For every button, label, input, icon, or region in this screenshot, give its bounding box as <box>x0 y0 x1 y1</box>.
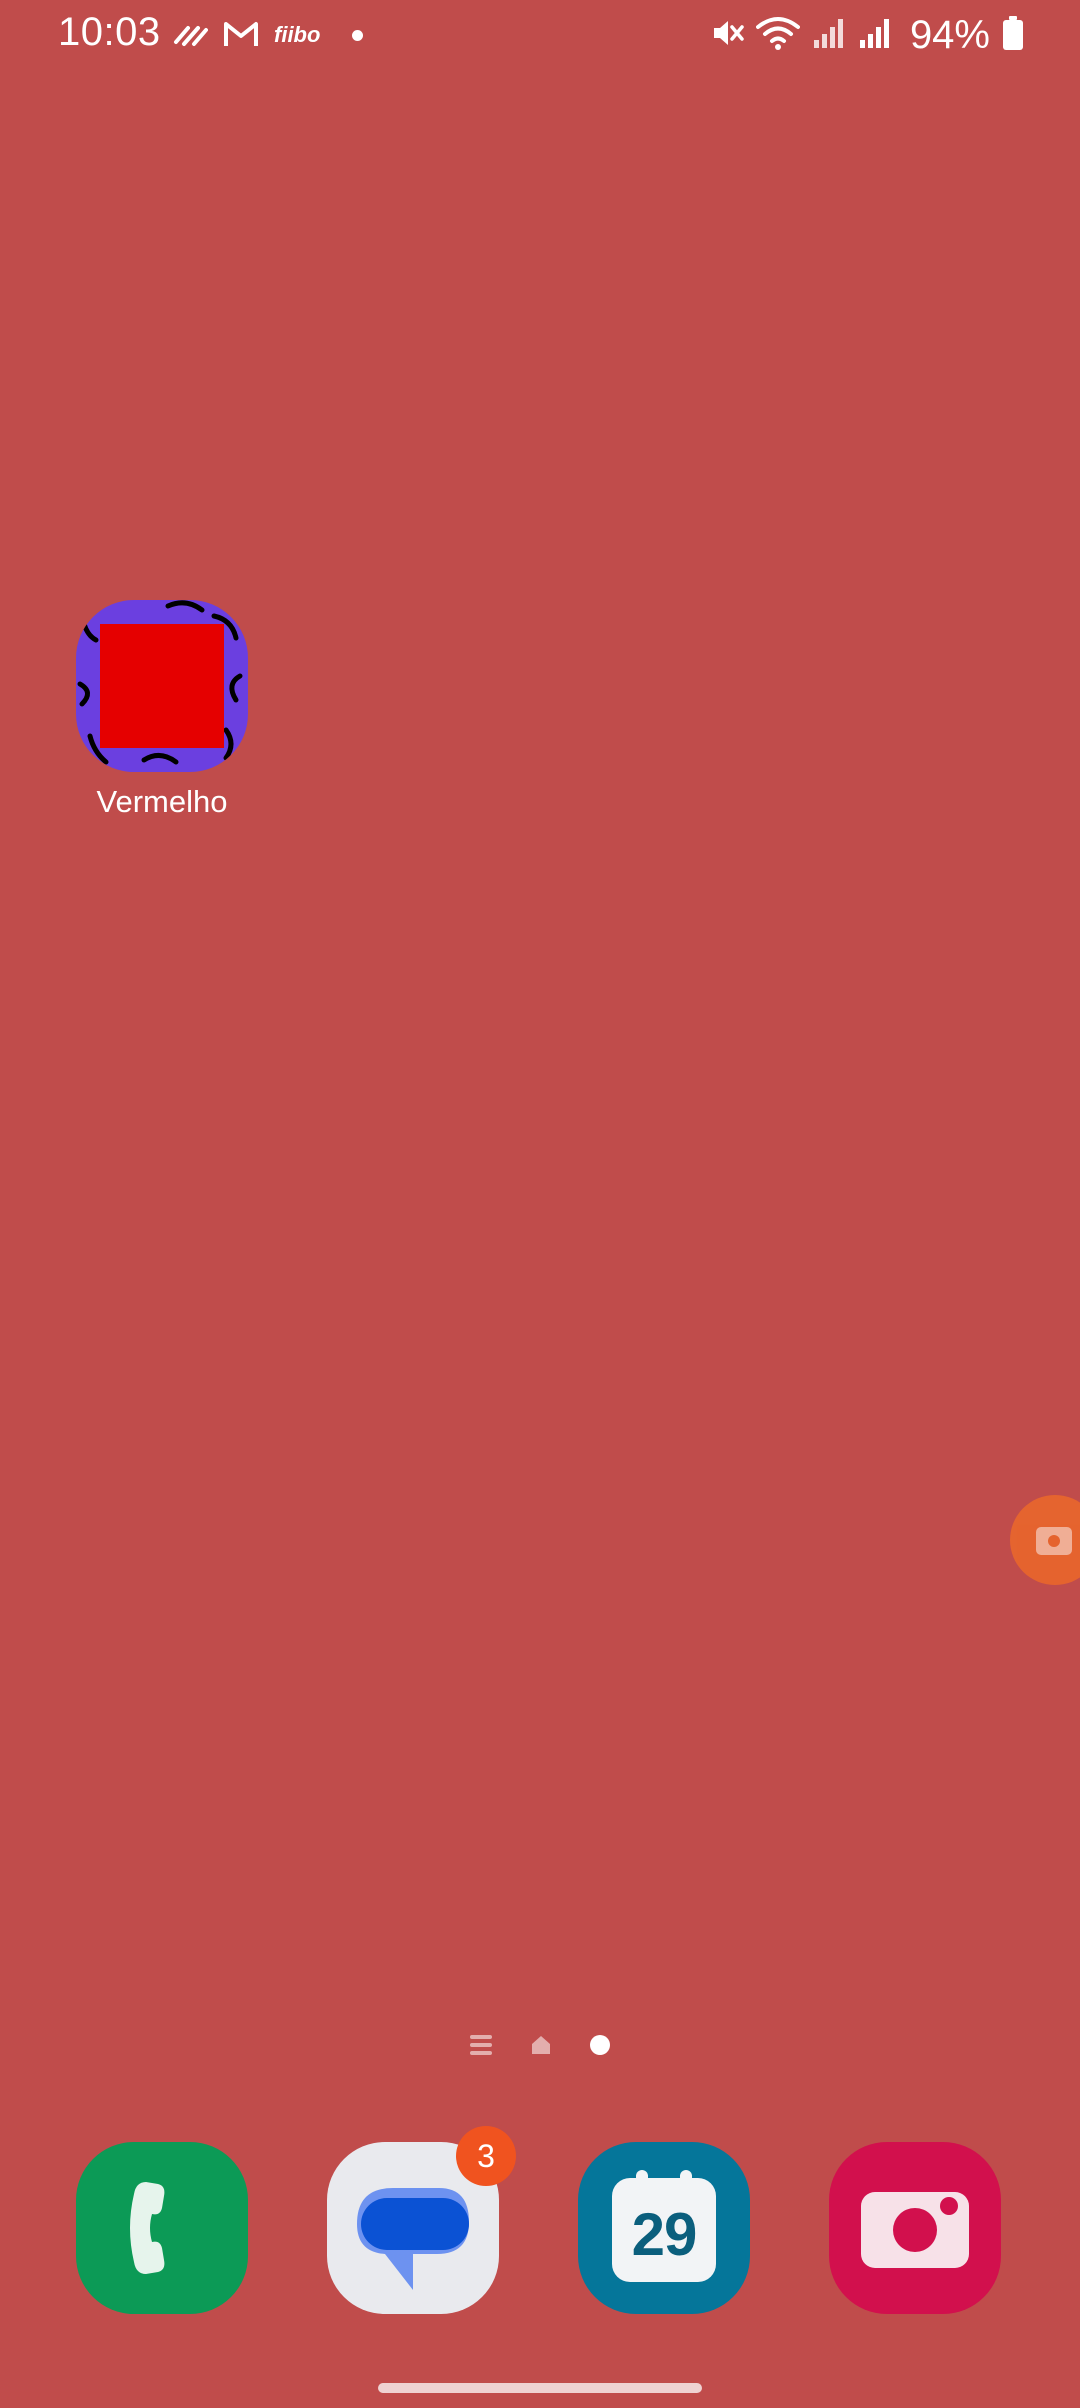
page-indicator[interactable] <box>470 2030 610 2060</box>
mute-icon <box>708 15 744 56</box>
screen-recorder-floating-button[interactable] <box>1010 1495 1080 1585</box>
dock: 29 <box>0 2142 1080 2317</box>
home-gesture-bar[interactable] <box>378 2383 702 2393</box>
gmail-icon <box>222 18 260 53</box>
stripes-notification-icon <box>172 18 208 53</box>
messages-notification-badge: 3 <box>456 2126 516 2186</box>
calendar-date: 29 <box>631 2201 698 2268</box>
signal-1-icon <box>812 16 846 55</box>
signal-2-icon <box>858 16 892 55</box>
fiibo-notification-icon: fiibo <box>274 22 321 47</box>
app-vermelho[interactable]: Vermelho <box>62 600 262 820</box>
current-page-dot-icon[interactable] <box>590 2035 610 2055</box>
calendar-page: 29 <box>612 2170 716 2282</box>
wifi-icon <box>755 15 800 56</box>
home-page-icon[interactable] <box>530 2034 552 2056</box>
vermelho-red-square <box>100 624 224 748</box>
battery-icon <box>1002 15 1024 56</box>
status-time: 10:03 <box>58 10 161 54</box>
video-camera-icon <box>1036 1527 1072 1555</box>
status-bar: 10:03 fiibo 94% <box>0 0 1080 70</box>
notification-icons: fiibo <box>172 18 364 53</box>
battery-percentage: 94% <box>909 12 990 57</box>
more-notifications-dot-icon <box>352 29 364 41</box>
vermelho-app-icon[interactable] <box>76 600 248 772</box>
camera-app-icon[interactable] <box>829 2142 1001 2314</box>
page-list-icon[interactable] <box>470 2035 492 2055</box>
app-label[interactable]: Vermelho <box>62 784 262 820</box>
phone-app-icon[interactable] <box>76 2142 248 2314</box>
system-status-icons: 94% <box>708 12 1024 58</box>
calendar-app-icon[interactable]: 29 <box>578 2142 750 2314</box>
